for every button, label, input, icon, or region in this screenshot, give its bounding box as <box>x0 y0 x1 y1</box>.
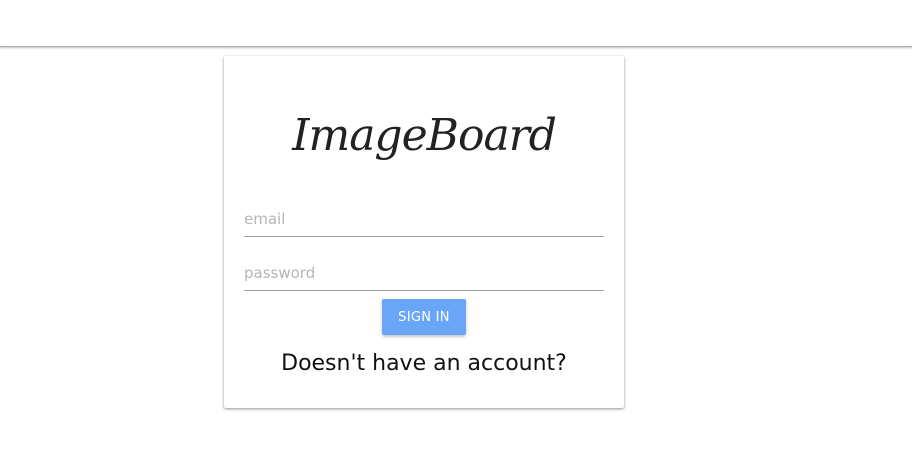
top-app-bar <box>0 0 912 47</box>
app-logo: ImageBoard <box>292 110 557 161</box>
email-field[interactable] <box>244 202 604 237</box>
password-field[interactable] <box>244 256 604 291</box>
sign-in-button[interactable]: SIGN IN <box>382 299 466 335</box>
login-card: ImageBoard SIGN IN Doesn't have an accou… <box>224 56 624 408</box>
signup-link[interactable]: Doesn't have an account? <box>224 349 624 379</box>
